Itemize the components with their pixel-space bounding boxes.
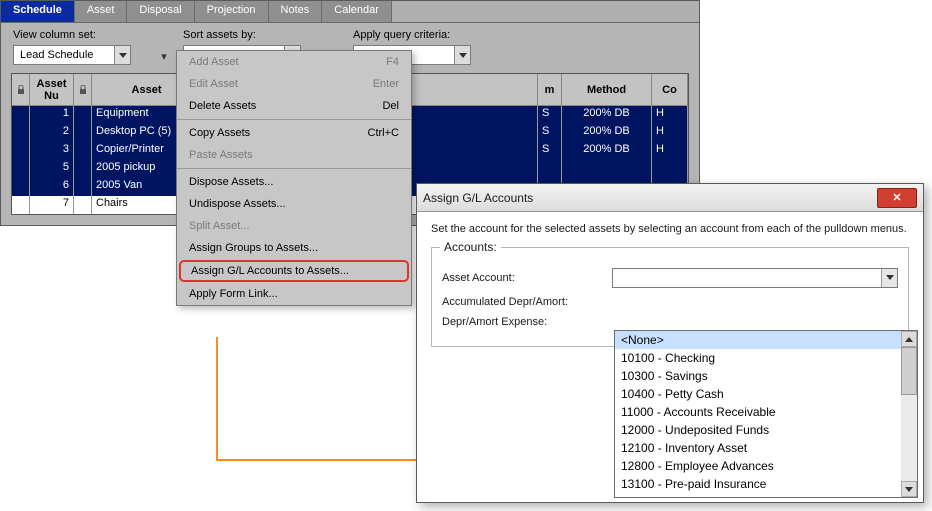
menu-item[interactable]: Delete AssetsDel [177,95,411,117]
dropdown-option[interactable]: 12800 - Employee Advances [615,457,901,475]
menu-item[interactable]: Assign Groups to Assets... [177,237,411,259]
dialog-description: Set the account for the selected assets … [431,222,909,237]
chevron-down-icon[interactable] [114,46,130,64]
funnel-icon[interactable]: ▾ [155,47,173,65]
scroll-up-button[interactable] [901,331,917,347]
field-label: Asset Account: [442,272,612,284]
scrollbar[interactable] [901,331,917,497]
close-button[interactable]: ✕ [877,188,917,208]
dialog-titlebar[interactable]: Assign G/L Accounts ✕ [417,184,923,212]
menu-item[interactable]: Copy AssetsCtrl+C [177,122,411,144]
dropdown-option[interactable]: 10100 - Checking [615,349,901,367]
dropdown-option[interactable]: 12000 - Undeposited Funds [615,421,901,439]
scroll-track[interactable] [901,347,917,481]
tab-asset[interactable]: Asset [75,1,128,22]
connector-line [216,337,218,461]
tab-projection[interactable]: Projection [195,1,269,22]
dialog-title: Assign G/L Accounts [423,191,877,205]
dropdown-option[interactable]: 10400 - Petty Cash [615,385,901,403]
dropdown-option[interactable]: 10300 - Savings [615,367,901,385]
view-column-combo[interactable]: Lead Schedule [13,45,131,65]
menu-item: Add AssetF4 [177,51,411,73]
query-label: Apply query criteria: [353,29,471,41]
sort-by-label: Sort assets by: [183,29,301,41]
context-menu: Add AssetF4Edit AssetEnterDelete AssetsD… [176,50,412,306]
col-co[interactable]: Co [652,74,688,106]
scroll-down-button[interactable] [901,481,917,497]
dropdown-option[interactable]: 13100 - Pre-paid Insurance [615,475,901,493]
dropdown-option[interactable]: 12100 - Inventory Asset [615,439,901,457]
menu-item: Paste Assets [177,144,411,166]
lock-icon [12,74,30,106]
dropdown-option[interactable]: <None> [615,331,901,349]
view-column-value: Lead Schedule [14,47,114,63]
chevron-down-icon[interactable] [881,269,897,287]
tab-notes[interactable]: Notes [269,1,323,22]
col-method[interactable]: Method [562,74,652,106]
chevron-down-icon[interactable] [454,46,470,64]
menu-item[interactable]: Undispose Assets... [177,193,411,215]
col-asset-num[interactable]: Asset Nu [30,74,74,106]
field-label: Depr/Amort Expense: [442,316,612,328]
tab-disposal[interactable]: Disposal [127,1,194,22]
scroll-thumb[interactable] [901,347,917,395]
tab-schedule[interactable]: Schedule [1,1,75,22]
connector-line [216,459,422,461]
col-m[interactable]: m [538,74,562,106]
lock-icon [74,74,92,106]
view-column-label: View column set: [13,29,131,41]
tab-calendar[interactable]: Calendar [322,1,392,22]
menu-item[interactable]: Apply Form Link... [177,283,411,305]
dropdown-option[interactable]: 11000 - Accounts Receivable [615,403,901,421]
accounts-legend: Accounts: [440,240,501,254]
menu-item: Edit AssetEnter [177,73,411,95]
menu-item: Split Asset... [177,215,411,237]
tab-strip: ScheduleAssetDisposalProjectionNotesCale… [1,1,699,23]
menu-item[interactable]: Dispose Assets... [177,171,411,193]
field-label: Accumulated Depr/Amort: [442,296,612,308]
account-combo[interactable] [612,268,898,288]
close-icon: ✕ [892,191,901,204]
account-dropdown-list[interactable]: <None>10100 - Checking10300 - Savings104… [614,330,918,498]
menu-item[interactable]: Assign G/L Accounts to Assets... [179,260,409,282]
